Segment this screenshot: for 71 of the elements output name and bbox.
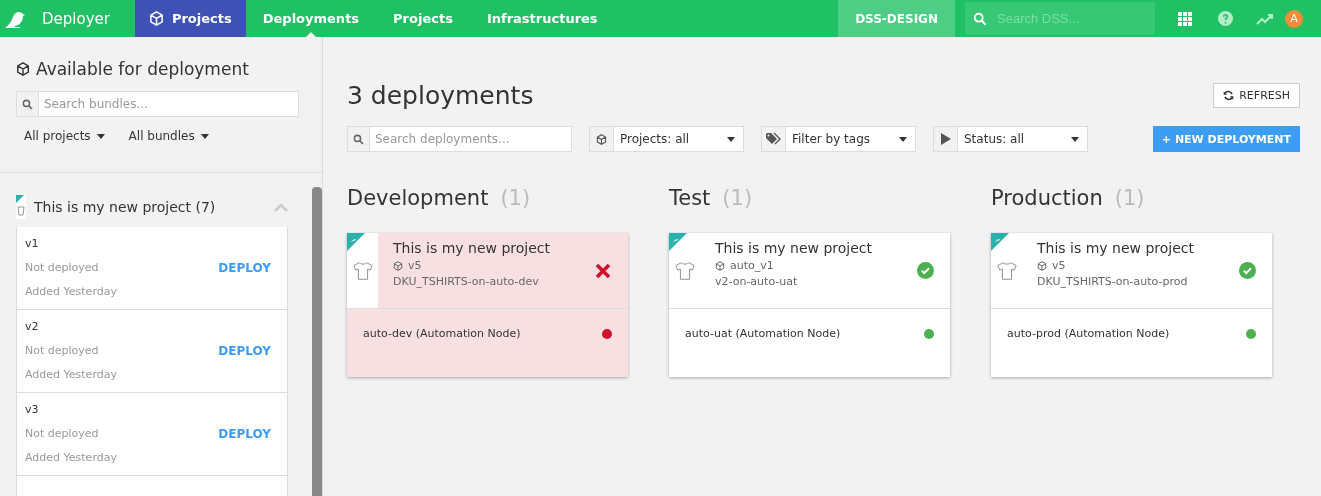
caret-icon: [899, 136, 907, 142]
cube-icon: [596, 133, 607, 145]
tag-icon: [765, 133, 782, 145]
deployment-card[interactable]: This is my new project auto_v1 v2-on-auto-uat auto-uat (Automation Node): [669, 233, 950, 377]
sidebar-title: Available for deployment: [16, 59, 306, 79]
nav-tab[interactable]: Projects: [134, 0, 246, 37]
caret-icon: [200, 133, 209, 139]
bundle-name: v3: [25, 403, 40, 418]
tshirt-icon: [351, 259, 374, 282]
filter-select[interactable]: Projects: all: [589, 126, 744, 152]
cube-icon: [16, 62, 30, 76]
bundle-status: Not deployed: [25, 260, 100, 276]
project-corner-icon: [347, 233, 365, 251]
node-name: auto-uat (Automation Node): [685, 327, 841, 340]
cube-icon: [1037, 260, 1047, 271]
bundle-status: Not deployed: [25, 343, 100, 359]
scrollbar-thumb[interactable]: [312, 187, 322, 496]
stage-title: Production: [991, 186, 1103, 210]
project-name[interactable]: This is my new project (7): [34, 199, 266, 215]
deployment-project: This is my new project: [715, 240, 874, 256]
stage-title: Development: [347, 186, 489, 210]
page-title: 3 deployments: [347, 81, 534, 110]
deployment-id: v2-on-auto-uat: [715, 275, 799, 288]
global-search-box[interactable]: Search DSS...: [965, 2, 1155, 35]
filter-dropdown[interactable]: All projects: [24, 129, 105, 143]
play-icon: [940, 133, 951, 145]
project-corner-icon: [991, 233, 1009, 251]
stage-title: Test: [669, 186, 711, 210]
refresh-icon: [1223, 90, 1235, 101]
collapse-chevron-icon[interactable]: [274, 202, 288, 212]
bundle-name: v2: [25, 320, 40, 335]
filter-select[interactable]: Filter by tags: [761, 126, 916, 152]
cube-icon: [715, 260, 725, 271]
bundle-name: v1: [25, 237, 40, 252]
app-title: Deployer: [42, 9, 110, 28]
tshirt-icon: [673, 259, 696, 282]
search-icon: [353, 133, 364, 145]
bundle-date: Added Yesterday: [25, 285, 118, 301]
search-icon: [22, 98, 33, 110]
deployment-card[interactable]: This is my new project v5 DKU_TSHIRTS-on-auto-dev auto-dev (Automation Node): [347, 233, 628, 377]
deployment-project: This is my new project: [1037, 240, 1196, 256]
trend-icon[interactable]: [1256, 12, 1274, 25]
caret-icon: [1071, 136, 1079, 142]
bundle-status: Not deployed: [25, 426, 100, 442]
bundle-date: Added Yesterday: [25, 451, 118, 467]
deployment-bundle: v5: [393, 259, 578, 272]
cube-icon: [148, 11, 164, 26]
project-corner-icon: [669, 233, 687, 251]
caret-icon: [96, 133, 105, 139]
caret-icon: [727, 136, 735, 142]
apps-grid-icon[interactable]: [1178, 11, 1192, 26]
deployment-bundle: auto_v1: [715, 259, 900, 272]
deployment-bundle: v5: [1037, 259, 1222, 272]
refresh-button[interactable]: REFRESH: [1213, 83, 1300, 108]
cube-icon: [393, 260, 403, 271]
node-name: auto-dev (Automation Node): [363, 327, 521, 340]
bundle-date: Added Yesterday: [25, 368, 118, 384]
deployment-id: DKU_TSHIRTS-on-auto-dev: [393, 275, 540, 288]
deployment-id: DKU_TSHIRTS-on-auto-prod: [1037, 275, 1189, 288]
help-icon[interactable]: [1217, 11, 1233, 26]
deployment-card[interactable]: This is my new project v5 DKU_TSHIRTS-on-auto-prod auto-prod (Automation Node): [991, 233, 1272, 377]
project-thumbnail-icon: [16, 195, 26, 219]
filter-select[interactable]: Status: all: [933, 126, 1088, 152]
deployment-search-box[interactable]: Search deployments...: [347, 126, 572, 152]
node-name: auto-prod (Automation Node): [1007, 327, 1170, 340]
deployment-project: This is my new project: [393, 240, 552, 256]
tshirt-icon: [995, 259, 1018, 282]
bundle-search-box[interactable]: Search bundles...: [16, 91, 299, 117]
filter-dropdown[interactable]: All bundles: [128, 129, 209, 143]
search-icon: [973, 11, 987, 26]
global-search-field[interactable]: Search DSS...: [995, 10, 1135, 27]
